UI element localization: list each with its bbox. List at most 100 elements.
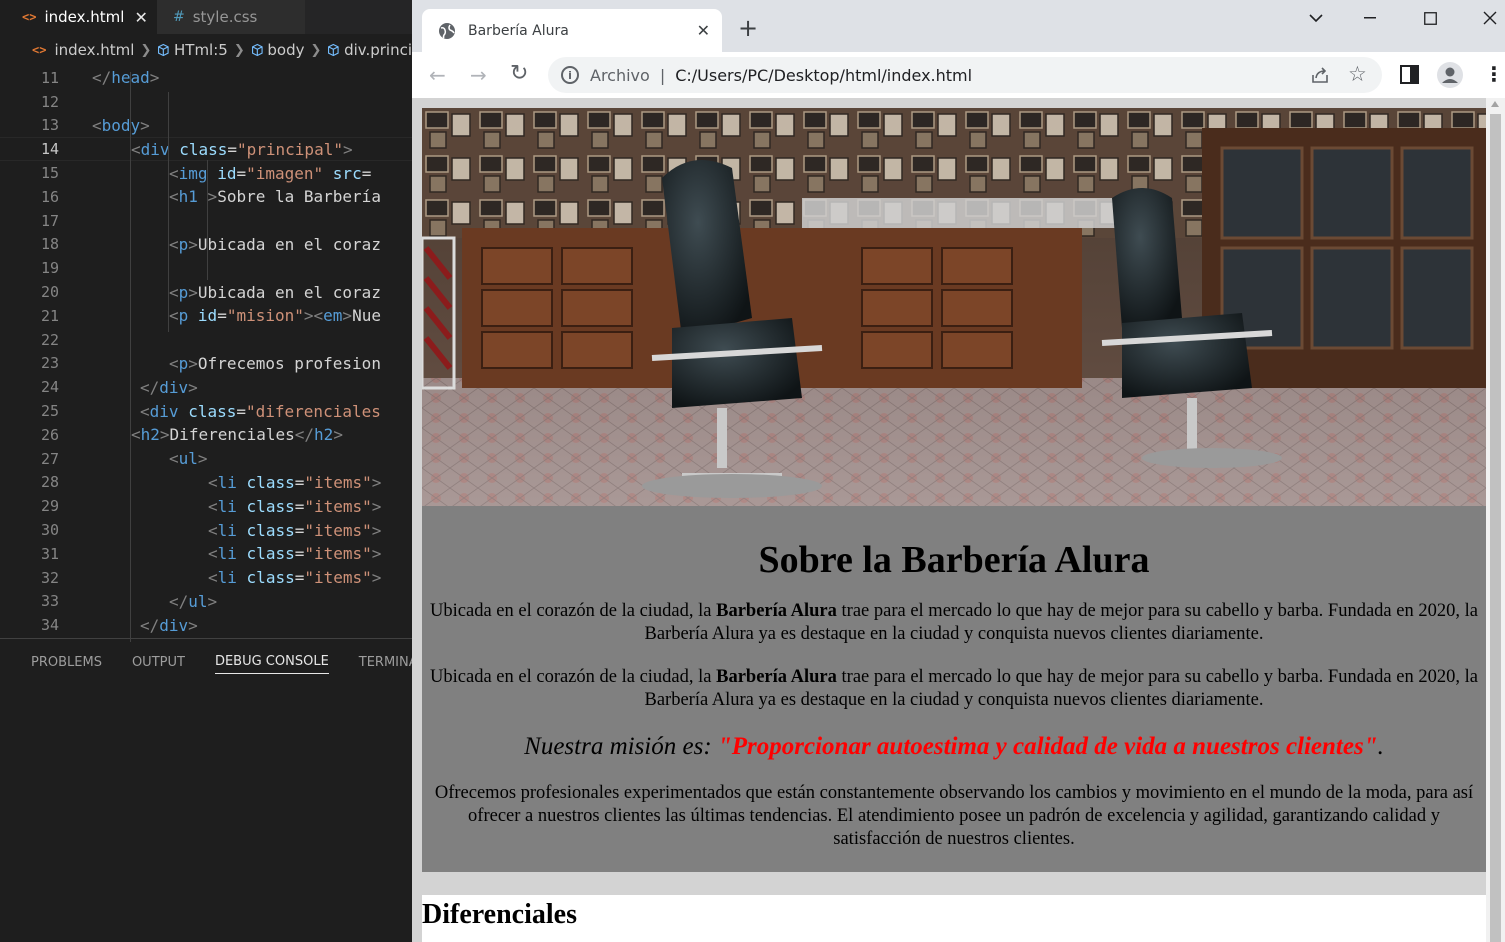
editor-tab-bar: <> index.html ✕ # style.css	[0, 0, 412, 34]
code-editor[interactable]: 11 </head> 12 13 <body> 14 <div class="princip…	[0, 66, 412, 638]
code-line[interactable]: 18 <p>Ubicada en el coraz	[0, 233, 412, 257]
scroll-up-arrow-icon[interactable]	[1491, 101, 1499, 107]
info-icon[interactable]: i	[561, 66, 579, 84]
bookmark-star-icon[interactable]: ☆	[1348, 62, 1367, 86]
code-line[interactable]: 14 <div class="principal">	[0, 137, 412, 162]
side-panel-icon[interactable]	[1400, 65, 1419, 84]
tab-label: style.css	[192, 8, 258, 26]
code-line[interactable]: 29 <li class="items">	[0, 494, 412, 518]
mision-statement: "Proporcionar autoestima y calidad de vi…	[717, 733, 1378, 760]
breadcrumb-item-body[interactable]: body	[267, 41, 304, 59]
page-viewport: Sobre la Barbería Alura Ubicada en el co…	[412, 98, 1505, 942]
code-text: <li class="items">	[208, 496, 382, 516]
code-line[interactable]: 22	[0, 328, 412, 352]
code-text: </div>	[140, 377, 198, 397]
breadcrumb-item-div[interactable]: div.princi	[344, 41, 412, 59]
indent-guide	[130, 72, 131, 642]
breadcrumb-item-file[interactable]: index.html	[54, 41, 134, 59]
code-line[interactable]: 34 </div>	[0, 613, 412, 637]
bold-brand: Barbería Alura	[716, 667, 837, 687]
code-line[interactable]: 19	[0, 256, 412, 280]
line-number: 29	[40, 497, 59, 516]
reload-button[interactable]: ↻	[510, 61, 528, 86]
code-line[interactable]: 33 </ul>	[0, 590, 412, 614]
line-number: 12	[40, 92, 59, 111]
code-text: <p>Ofrecemos profesion	[169, 353, 381, 373]
line-number: 17	[40, 211, 59, 230]
line-number: 31	[40, 544, 59, 563]
code-line[interactable]: 11 </head>	[0, 66, 412, 90]
browser-toolbar: ← → ↻ i Archivo | C:/Users/PC/Desktop/ht…	[412, 52, 1505, 98]
tab-search-icon[interactable]	[1296, 6, 1336, 30]
bold-brand: Barbería Alura	[716, 601, 837, 621]
close-tab-icon[interactable]: ✕	[697, 21, 710, 40]
tab-index-html[interactable]: <> index.html ✕	[0, 0, 157, 34]
panel-tab-output[interactable]: OUTPUT	[132, 650, 185, 674]
vscode-window: <> index.html ✕ # style.css <> index.htm…	[0, 0, 412, 942]
line-number: 30	[40, 521, 59, 540]
code-line[interactable]: 25 <div class="diferenciales	[0, 399, 412, 423]
symbol-cube-icon	[328, 43, 340, 57]
page-scrollbar[interactable]	[1486, 98, 1505, 942]
page-title: Sobre la Barbería Alura	[758, 539, 1150, 581]
menu-dots-icon[interactable]: ⋮	[1484, 62, 1504, 86]
code-line[interactable]: 23 <p>Ofrecemos profesion	[0, 352, 412, 376]
new-tab-button[interactable]: +	[738, 14, 758, 42]
panel-tabs: PROBLEMS OUTPUT DEBUG CONSOLE TERMINAL	[0, 639, 412, 685]
code-line[interactable]: 16 <h1 >Sobre la Barbería	[0, 185, 412, 209]
code-line[interactable]: 26 <h2>Diferenciales</h2>	[0, 423, 412, 447]
code-text: <div class="principal">	[131, 139, 353, 159]
maximize-button[interactable]	[1410, 6, 1450, 30]
line-number: 11	[40, 68, 59, 87]
close-window-button[interactable]	[1470, 6, 1505, 30]
code-text: </div>	[140, 615, 198, 635]
line-number: 15	[40, 164, 59, 183]
code-text: <div class="diferenciales	[140, 401, 381, 421]
code-text: </head>	[92, 68, 160, 88]
panel-tab-problems[interactable]: PROBLEMS	[31, 650, 102, 674]
html-file-icon: <>	[22, 10, 37, 24]
minimize-button[interactable]	[1350, 6, 1390, 30]
code-text: <li class="items">	[208, 520, 382, 540]
code-line[interactable]: 28 <li class="items">	[0, 471, 412, 495]
share-icon[interactable]	[1310, 66, 1330, 84]
code-line[interactable]: 15 <img id="imagen" src=	[0, 161, 412, 185]
diferenciales-heading: Diferenciales	[422, 899, 577, 930]
code-text: </ul>	[169, 591, 218, 611]
code-line[interactable]: 12	[0, 90, 412, 114]
code-line[interactable]: 31 <li class="items">	[0, 542, 412, 566]
address-bar[interactable]: i Archivo | C:/Users/PC/Desktop/html/ind…	[548, 57, 1382, 93]
line-number: 16	[40, 187, 59, 206]
url-text[interactable]: C:/Users/PC/Desktop/html/index.html	[675, 66, 972, 85]
scrollbar-thumb[interactable]	[1490, 114, 1501, 942]
code-line[interactable]: 24 </div>	[0, 375, 412, 399]
code-line[interactable]: 27 <ul>	[0, 447, 412, 471]
diferenciales-section: Diferenciales	[422, 895, 1486, 942]
barbershop-hero-image	[422, 108, 1486, 506]
code-line[interactable]: 13 <body>	[0, 114, 412, 138]
browser-title-bar: Barbería Alura ✕ +	[412, 0, 1505, 52]
close-icon[interactable]: ✕	[134, 8, 147, 27]
profile-avatar-icon[interactable]	[1436, 61, 1464, 89]
code-line[interactable]: 32 <li class="items">	[0, 566, 412, 590]
browser-tab-title: Barbería Alura	[468, 22, 569, 39]
code-line[interactable]: 20 <p>Ubicada en el coraz	[0, 280, 412, 304]
code-line[interactable]: 21 <p id="mision"><em>Nue	[0, 304, 412, 328]
paragraph-ofrecemos: Ofrecemos profesionales experimentados q…	[434, 783, 1474, 849]
back-button[interactable]: ←	[429, 63, 446, 87]
code-line[interactable]: 17	[0, 209, 412, 233]
line-number: 32	[40, 568, 59, 587]
line-number: 25	[40, 402, 59, 421]
panel-tab-debug-console[interactable]: DEBUG CONSOLE	[214, 650, 329, 674]
tab-style-css[interactable]: # style.css	[157, 0, 305, 34]
breadcrumb: <> index.html ❯ HTml:5 ❯ body ❯ div.prin…	[0, 34, 412, 66]
code-line[interactable]: 30 <li class="items">	[0, 518, 412, 542]
forward-button[interactable]: →	[470, 63, 487, 87]
browser-tab[interactable]: Barbería Alura ✕	[422, 9, 722, 52]
chevron-right-icon: ❯	[233, 42, 245, 58]
paragraph-ubicada-1: Ubicada en el corazón de la ciudad, la B…	[430, 601, 1478, 644]
line-number: 14	[40, 140, 59, 159]
address-separator: |	[659, 65, 666, 85]
panel-tab-terminal[interactable]: TERMINAL	[359, 650, 412, 674]
breadcrumb-item-html[interactable]: HTml:5	[174, 41, 228, 59]
